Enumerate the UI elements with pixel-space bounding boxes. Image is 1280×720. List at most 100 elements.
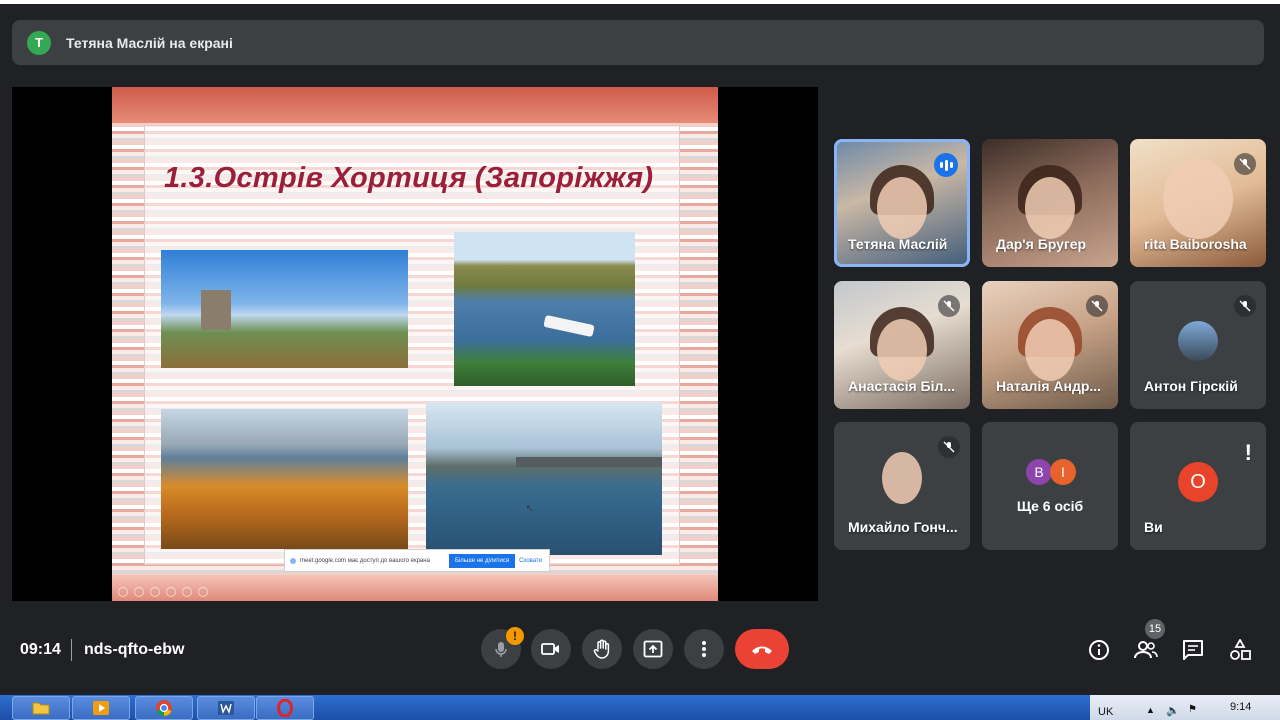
participant-count-badge: 15 bbox=[1145, 619, 1165, 639]
slide-title: 1.3.Острів Хортиця (Запоріжжя) bbox=[164, 162, 654, 194]
volume-icon[interactable]: 🔈 bbox=[1166, 704, 1180, 717]
participant-tile[interactable]: Антон Гірскій bbox=[1130, 281, 1266, 409]
taskbar-word-icon[interactable] bbox=[197, 696, 255, 720]
participant-tile[interactable]: Дар'я Бругер bbox=[982, 139, 1118, 267]
warning-badge-icon: ! bbox=[506, 627, 524, 645]
photo-fortress bbox=[161, 250, 408, 368]
mic-off-icon bbox=[1234, 295, 1256, 317]
network-icon[interactable]: ⚑ bbox=[1188, 704, 1197, 715]
mouse-cursor-icon: ↖ bbox=[526, 503, 534, 513]
mic-off-icon bbox=[1086, 295, 1108, 317]
hide-notice-button[interactable]: Сховати bbox=[519, 558, 542, 564]
meeting-clock: 09:14 bbox=[20, 641, 61, 658]
shared-screen[interactable]: 1.3.Острів Хортиця (Запоріжжя) ↖ meet.go… bbox=[12, 87, 818, 601]
screen-share-notice: meet.google.com має доступ до вашого екр… bbox=[284, 549, 550, 572]
boat-shape bbox=[543, 314, 595, 338]
speaking-indicator-icon bbox=[934, 153, 958, 177]
more-avatars: В І bbox=[1026, 459, 1076, 485]
microphone-icon bbox=[495, 642, 507, 657]
more-icon[interactable] bbox=[198, 587, 208, 597]
participant-face bbox=[877, 319, 927, 381]
top-edge bbox=[0, 0, 1280, 4]
keyboard-language[interactable]: UK bbox=[1098, 706, 1113, 718]
participant-face bbox=[882, 452, 922, 504]
photo-river-boat bbox=[454, 232, 635, 386]
dam-shape bbox=[516, 457, 662, 467]
more-vert-icon bbox=[702, 641, 706, 657]
participant-avatar-photo bbox=[1178, 321, 1218, 361]
participant-face bbox=[1025, 319, 1075, 381]
presentation-slide: 1.3.Острів Хортиця (Запоріжжя) ↖ meet.go… bbox=[112, 87, 718, 601]
chat-button[interactable] bbox=[1179, 636, 1207, 664]
stop-sharing-button[interactable]: Більше не ділитися bbox=[449, 553, 516, 568]
slide-top-band bbox=[112, 87, 718, 123]
presenter-avatar: T bbox=[27, 30, 51, 55]
participant-face bbox=[877, 177, 927, 239]
participant-name: Ви bbox=[1144, 519, 1163, 535]
taskbar-media-player-icon[interactable] bbox=[72, 696, 130, 720]
taskbar-folder-icon[interactable] bbox=[12, 696, 70, 720]
alert-icon: ! bbox=[1244, 440, 1252, 465]
camera-button[interactable] bbox=[531, 629, 571, 669]
end-call-button[interactable] bbox=[735, 629, 789, 669]
participant-name: Антон Гірскій bbox=[1144, 378, 1238, 394]
self-tile[interactable]: О ! Ви bbox=[1130, 422, 1266, 550]
participant-name: Тетяна Маслій bbox=[848, 236, 948, 252]
more-participants-label: Ще 6 осіб bbox=[1016, 498, 1084, 514]
info-icon bbox=[1089, 640, 1109, 660]
participant-name: Михайло Гонч... bbox=[848, 519, 958, 535]
participant-name: Дар'я Бругер bbox=[996, 236, 1087, 252]
taskbar-chrome-icon[interactable] bbox=[135, 696, 193, 720]
raise-hand-button[interactable] bbox=[582, 629, 622, 669]
people-button[interactable] bbox=[1132, 636, 1160, 664]
zoom-icon[interactable] bbox=[182, 587, 192, 597]
participant-face bbox=[1163, 159, 1233, 239]
activities-icon bbox=[1230, 639, 1251, 660]
next-slide-icon[interactable] bbox=[134, 587, 144, 597]
participant-tile[interactable]: Анастасія Біл... bbox=[834, 281, 970, 409]
chat-icon bbox=[1183, 640, 1203, 660]
mic-off-icon bbox=[1234, 153, 1256, 175]
photo-autumn-shore bbox=[161, 409, 408, 549]
castle-shape bbox=[201, 290, 231, 330]
system-tray: UK ▲ 🔈 ⚑ 9:14 bbox=[1090, 695, 1280, 720]
presenting-banner: T Тетяна Маслій на екрані bbox=[12, 20, 1264, 65]
participant-face bbox=[1025, 177, 1075, 239]
prev-slide-icon[interactable] bbox=[118, 587, 128, 597]
participant-name: Наталія Андр... bbox=[996, 378, 1102, 394]
present-button[interactable] bbox=[633, 629, 673, 669]
share-notice-text: meet.google.com має доступ до вашого екр… bbox=[300, 557, 430, 564]
os-taskbar: UK ▲ 🔈 ⚑ 9:14 bbox=[0, 695, 1280, 720]
more-participants-tile[interactable]: В І Ще 6 осіб bbox=[982, 422, 1118, 550]
mic-off-icon bbox=[938, 436, 960, 458]
presenting-text: Тетяна Маслій на екрані bbox=[66, 34, 233, 51]
participant-tile[interactable]: rita Baiborosha bbox=[1130, 139, 1266, 267]
tray-arrow-icon[interactable]: ▲ bbox=[1146, 705, 1155, 715]
self-avatar: О bbox=[1178, 462, 1218, 502]
participant-name: rita Baiborosha bbox=[1144, 236, 1247, 252]
participant-tile[interactable]: Тетяна Маслій bbox=[834, 139, 970, 267]
avatar: І bbox=[1050, 459, 1076, 485]
camera-icon bbox=[541, 643, 559, 655]
menu-icon[interactable] bbox=[166, 587, 176, 597]
divider bbox=[71, 639, 72, 661]
activities-button[interactable] bbox=[1226, 636, 1254, 664]
participant-tile[interactable]: Михайло Гонч... bbox=[834, 422, 970, 550]
system-clock[interactable]: 9:14 bbox=[1230, 701, 1251, 713]
share-indicator-icon bbox=[290, 557, 296, 564]
meeting-details-button[interactable] bbox=[1085, 636, 1113, 664]
avatar: В bbox=[1026, 459, 1052, 485]
mic-off-icon bbox=[938, 295, 960, 317]
pen-icon[interactable] bbox=[150, 587, 160, 597]
taskbar-opera-icon[interactable] bbox=[256, 696, 314, 720]
slideshow-controls bbox=[118, 587, 208, 597]
present-icon bbox=[643, 640, 663, 658]
photo-dam bbox=[426, 402, 662, 555]
hang-up-icon bbox=[752, 646, 772, 654]
meeting-code: nds-qfto-ebw bbox=[84, 641, 185, 658]
participant-name: Анастасія Біл... bbox=[848, 378, 956, 394]
hand-icon bbox=[593, 639, 610, 659]
more-options-button[interactable] bbox=[684, 629, 724, 669]
people-icon bbox=[1134, 641, 1158, 659]
participant-tile[interactable]: Наталія Андр... bbox=[982, 281, 1118, 409]
